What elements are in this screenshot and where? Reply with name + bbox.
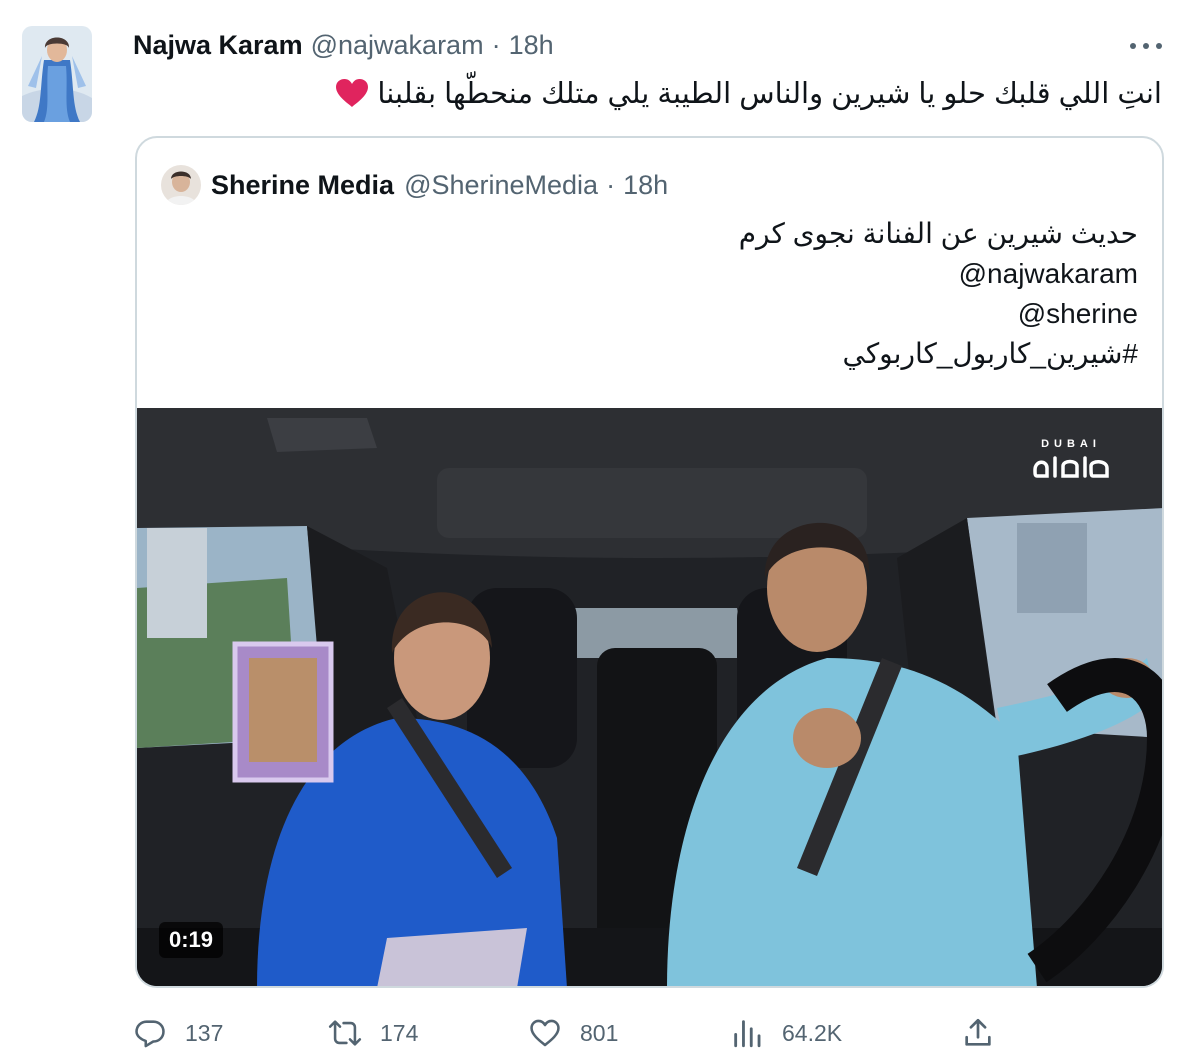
dubai-tv-logo-icon <box>1033 456 1109 478</box>
reply-count: 137 <box>185 1019 224 1046</box>
quoted-author-handle[interactable]: @SherineMedia <box>404 170 598 201</box>
like-count: 801 <box>580 1019 619 1046</box>
quoted-author-name[interactable]: Sherine Media <box>211 170 394 201</box>
author-handle[interactable]: @najwakaram <box>311 30 484 61</box>
retweet-icon <box>328 1020 362 1046</box>
quoted-tweet-header: Sherine Media @SherineMedia · 18h <box>161 165 668 205</box>
tweet: Najwa Karam @najwakaram · 18h انتِ اللي … <box>0 0 1200 1053</box>
tweet-text: انتِ اللي قلبك حلو يا شيرين والناس الطيب… <box>335 70 1162 116</box>
mention-link-sherine[interactable]: @sherine <box>438 294 1138 334</box>
author-avatar[interactable] <box>22 26 92 122</box>
like-icon <box>530 1019 560 1047</box>
video-frame <box>137 408 1162 986</box>
brand-label: DUBAI <box>1041 438 1101 450</box>
red-heart-emoji-icon <box>336 79 369 107</box>
dubai-tv-logo: DUBAI <box>1026 438 1116 486</box>
tweet-timestamp[interactable]: 18h <box>509 30 554 61</box>
hashtag-link[interactable]: #شيرين_كاربول_كاربوكي <box>438 334 1138 374</box>
separator-dot: · <box>491 29 501 60</box>
views-button[interactable]: 64.2K <box>730 1012 842 1053</box>
quoted-author-avatar <box>161 165 201 205</box>
retweet-count: 174 <box>380 1019 419 1046</box>
views-icon <box>734 1020 761 1048</box>
author-name[interactable]: Najwa Karam <box>133 30 303 61</box>
tweet-actions-bar: 137 174 801 64.2K <box>133 1012 1003 1053</box>
reply-button[interactable]: 137 <box>133 1012 223 1053</box>
mention-link-najwakaram[interactable]: @najwakaram <box>438 254 1138 294</box>
quoted-line-description: حديث شيرين عن الفنانة نجوى كرم <box>738 218 1138 249</box>
quoted-tweet-timestamp[interactable]: 18h <box>623 170 668 201</box>
quoted-tweet-card[interactable]: Sherine Media @SherineMedia · 18h حديث ش… <box>135 136 1164 988</box>
video-player[interactable]: DUBAI 0:19 <box>137 408 1162 986</box>
retweet-button[interactable]: 174 <box>328 1012 418 1053</box>
video-duration: 0:19 <box>159 922 224 958</box>
separator-dot: · <box>606 169 616 200</box>
more-options-icon[interactable] <box>1126 34 1166 58</box>
like-button[interactable]: 801 <box>528 1012 618 1053</box>
tweet-header: Najwa Karam @najwakaram · 18h <box>133 28 554 62</box>
quoted-tweet-text: حديث شيرين عن الفنانة نجوى كرم @najwakar… <box>438 214 1138 374</box>
views-count: 64.2K <box>782 1019 843 1046</box>
tweet-body: انتِ اللي قلبك حلو يا شيرين والناس الطيب… <box>377 77 1162 110</box>
share-button[interactable] <box>961 1012 995 1053</box>
share-icon <box>965 1018 991 1046</box>
reply-icon <box>135 1020 165 1048</box>
